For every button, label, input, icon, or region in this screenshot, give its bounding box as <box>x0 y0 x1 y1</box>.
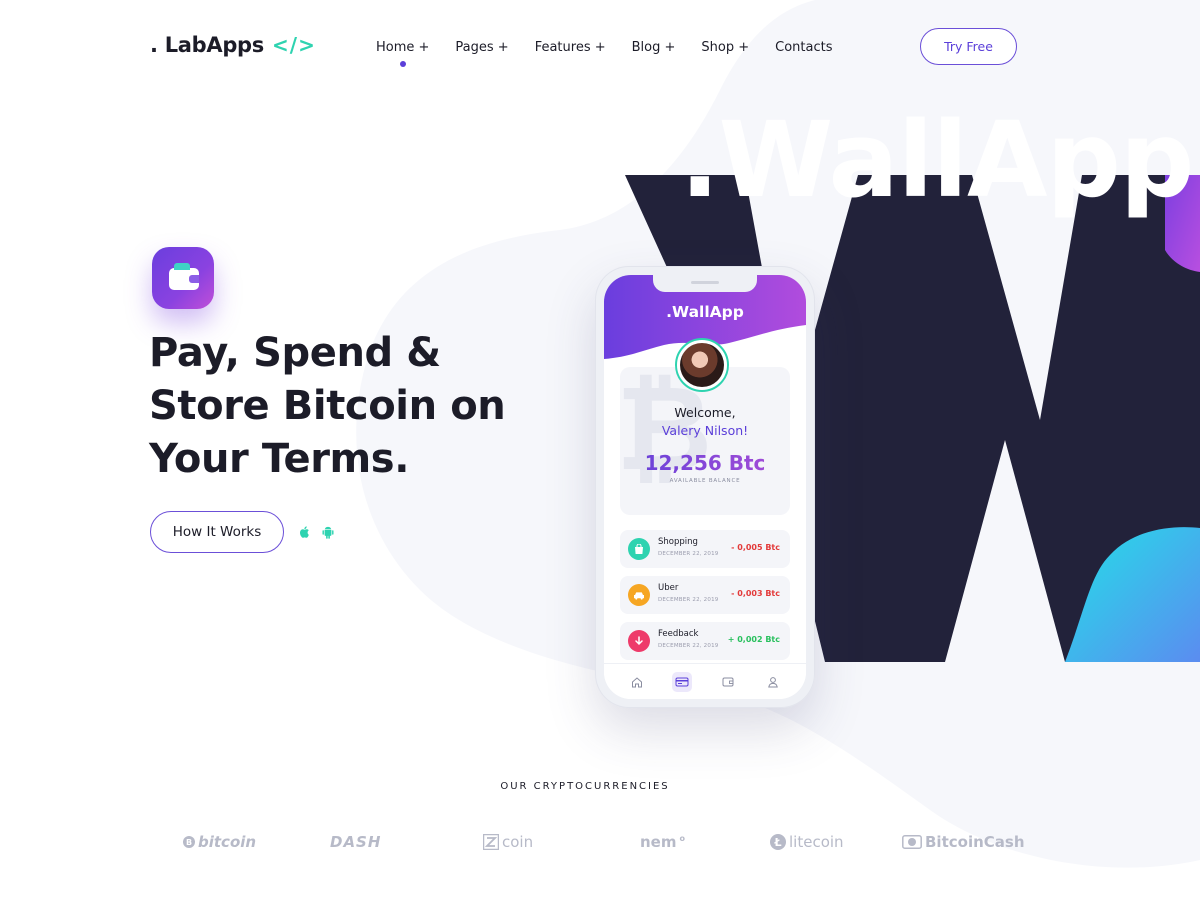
dash-wordmark: DASH <box>330 833 382 851</box>
litecoin-wordmark: litecoin <box>789 833 844 851</box>
bitcoin-wordmark: bitcoin <box>198 833 257 851</box>
code-icon: </> <box>272 33 316 57</box>
bitcoin-icon: B <box>183 836 195 848</box>
wallet-icon[interactable] <box>718 672 738 692</box>
main-menu: Home + Pages + Features + Blog + Shop + … <box>376 40 833 67</box>
phone-mockup: .WallApp ₿ Welcome, Valery Nilson! 12,25… <box>595 266 815 708</box>
nav-item-pages[interactable]: Pages + <box>455 40 508 55</box>
transaction-name: Uber <box>658 583 679 593</box>
shopping-bag-icon <box>628 538 650 560</box>
top-navigation: . LabApps </> Home + Pages + Features + … <box>0 0 1200 95</box>
transaction-row[interactable]: Shopping DECEMBER 22, 2019 - 0,005 Btc <box>620 530 790 568</box>
android-icon[interactable] <box>322 525 334 539</box>
arrow-down-icon <box>628 630 650 652</box>
how-it-works-button[interactable]: How It Works <box>150 511 284 553</box>
transaction-date: DECEMBER 22, 2019 <box>658 597 719 603</box>
balance-amount: 12,256 Btc <box>604 451 806 475</box>
avatar[interactable] <box>675 338 729 392</box>
zcoin-wordmark: coin <box>502 833 534 851</box>
dash-logo[interactable]: DASH <box>330 828 381 856</box>
app-wallet-icon <box>152 247 214 309</box>
transaction-amount: - 0,005 Btc <box>731 543 780 552</box>
nav-item-shop[interactable]: Shop + <box>701 40 749 55</box>
decorative-wallapp-text: .WallApp <box>680 99 1194 221</box>
user-icon[interactable] <box>763 672 783 692</box>
home-icon[interactable] <box>627 672 647 692</box>
litecoin-icon: Ł <box>770 834 786 850</box>
transaction-row[interactable]: Feedback DECEMBER 22, 2019 + 0,002 Btc <box>620 622 790 660</box>
balance-label: AVAILABLE BALANCE <box>669 478 741 484</box>
wallet-icon <box>169 263 199 290</box>
nav-item-home[interactable]: Home + <box>376 40 429 67</box>
platform-icons <box>298 525 334 539</box>
apple-icon[interactable] <box>298 525 310 539</box>
try-free-button[interactable]: Try Free <box>920 28 1017 65</box>
user-name: Valery Nilson! <box>661 423 749 438</box>
svg-text:Ł: Ł <box>773 836 781 849</box>
nav-item-blog[interactable]: Blog + <box>632 40 676 55</box>
phone-notch <box>653 275 757 292</box>
transaction-amount: - 0,003 Btc <box>731 589 780 598</box>
cryptocurrencies-heading: OUR CRYPTOCURRENCIES <box>500 781 670 792</box>
welcome-text: Welcome, <box>674 405 736 420</box>
bitcoincash-wordmark: BitcoinCash <box>925 833 1025 851</box>
litecoin-logo[interactable]: Ł litecoin <box>770 828 844 856</box>
phone-screen: .WallApp ₿ Welcome, Valery Nilson! 12,25… <box>604 275 806 699</box>
car-icon <box>628 584 650 606</box>
zcoin-icon <box>483 834 499 850</box>
zcoin-logo[interactable]: coin <box>483 828 533 856</box>
transaction-date: DECEMBER 22, 2019 <box>658 643 719 649</box>
nem-wordmark: nem <box>640 833 677 851</box>
brand-logo[interactable]: . LabApps </> <box>150 33 316 57</box>
transaction-row[interactable]: Uber DECEMBER 22, 2019 - 0,003 Btc <box>620 576 790 614</box>
app-title: .WallApp <box>666 303 744 321</box>
hero-title-line: Store Bitcoin on <box>149 383 506 429</box>
transaction-name: Feedback <box>658 629 699 639</box>
transaction-amount: + 0,002 Btc <box>727 635 780 644</box>
brand-name: . LabApps <box>150 33 264 57</box>
hero-title-line: Your Terms. <box>149 436 410 482</box>
bitcoincash-logo[interactable]: BitcoinCash <box>902 828 1025 856</box>
transaction-name: Shopping <box>658 537 698 547</box>
phone-tab-bar <box>604 663 806 699</box>
nav-item-contacts[interactable]: Contacts <box>775 40 832 55</box>
crypto-logos: B bitcoin DASH coin nem o Ł litecoin Bit… <box>150 828 1030 856</box>
hero-title-line: Pay, Spend & <box>149 330 441 376</box>
svg-text:B: B <box>186 838 192 847</box>
avatar-photo <box>680 343 724 387</box>
hero-title: Pay, Spend & Store Bitcoin on Your Terms… <box>149 327 549 486</box>
transaction-date: DECEMBER 22, 2019 <box>658 551 719 557</box>
nem-circle-icon: o <box>679 833 685 843</box>
card-icon[interactable] <box>672 671 693 692</box>
bitcoincash-icon <box>902 835 922 849</box>
nem-logo[interactable]: nem o <box>640 828 685 856</box>
bitcoin-logo[interactable]: B bitcoin <box>183 828 256 856</box>
nav-item-features[interactable]: Features + <box>535 40 606 55</box>
